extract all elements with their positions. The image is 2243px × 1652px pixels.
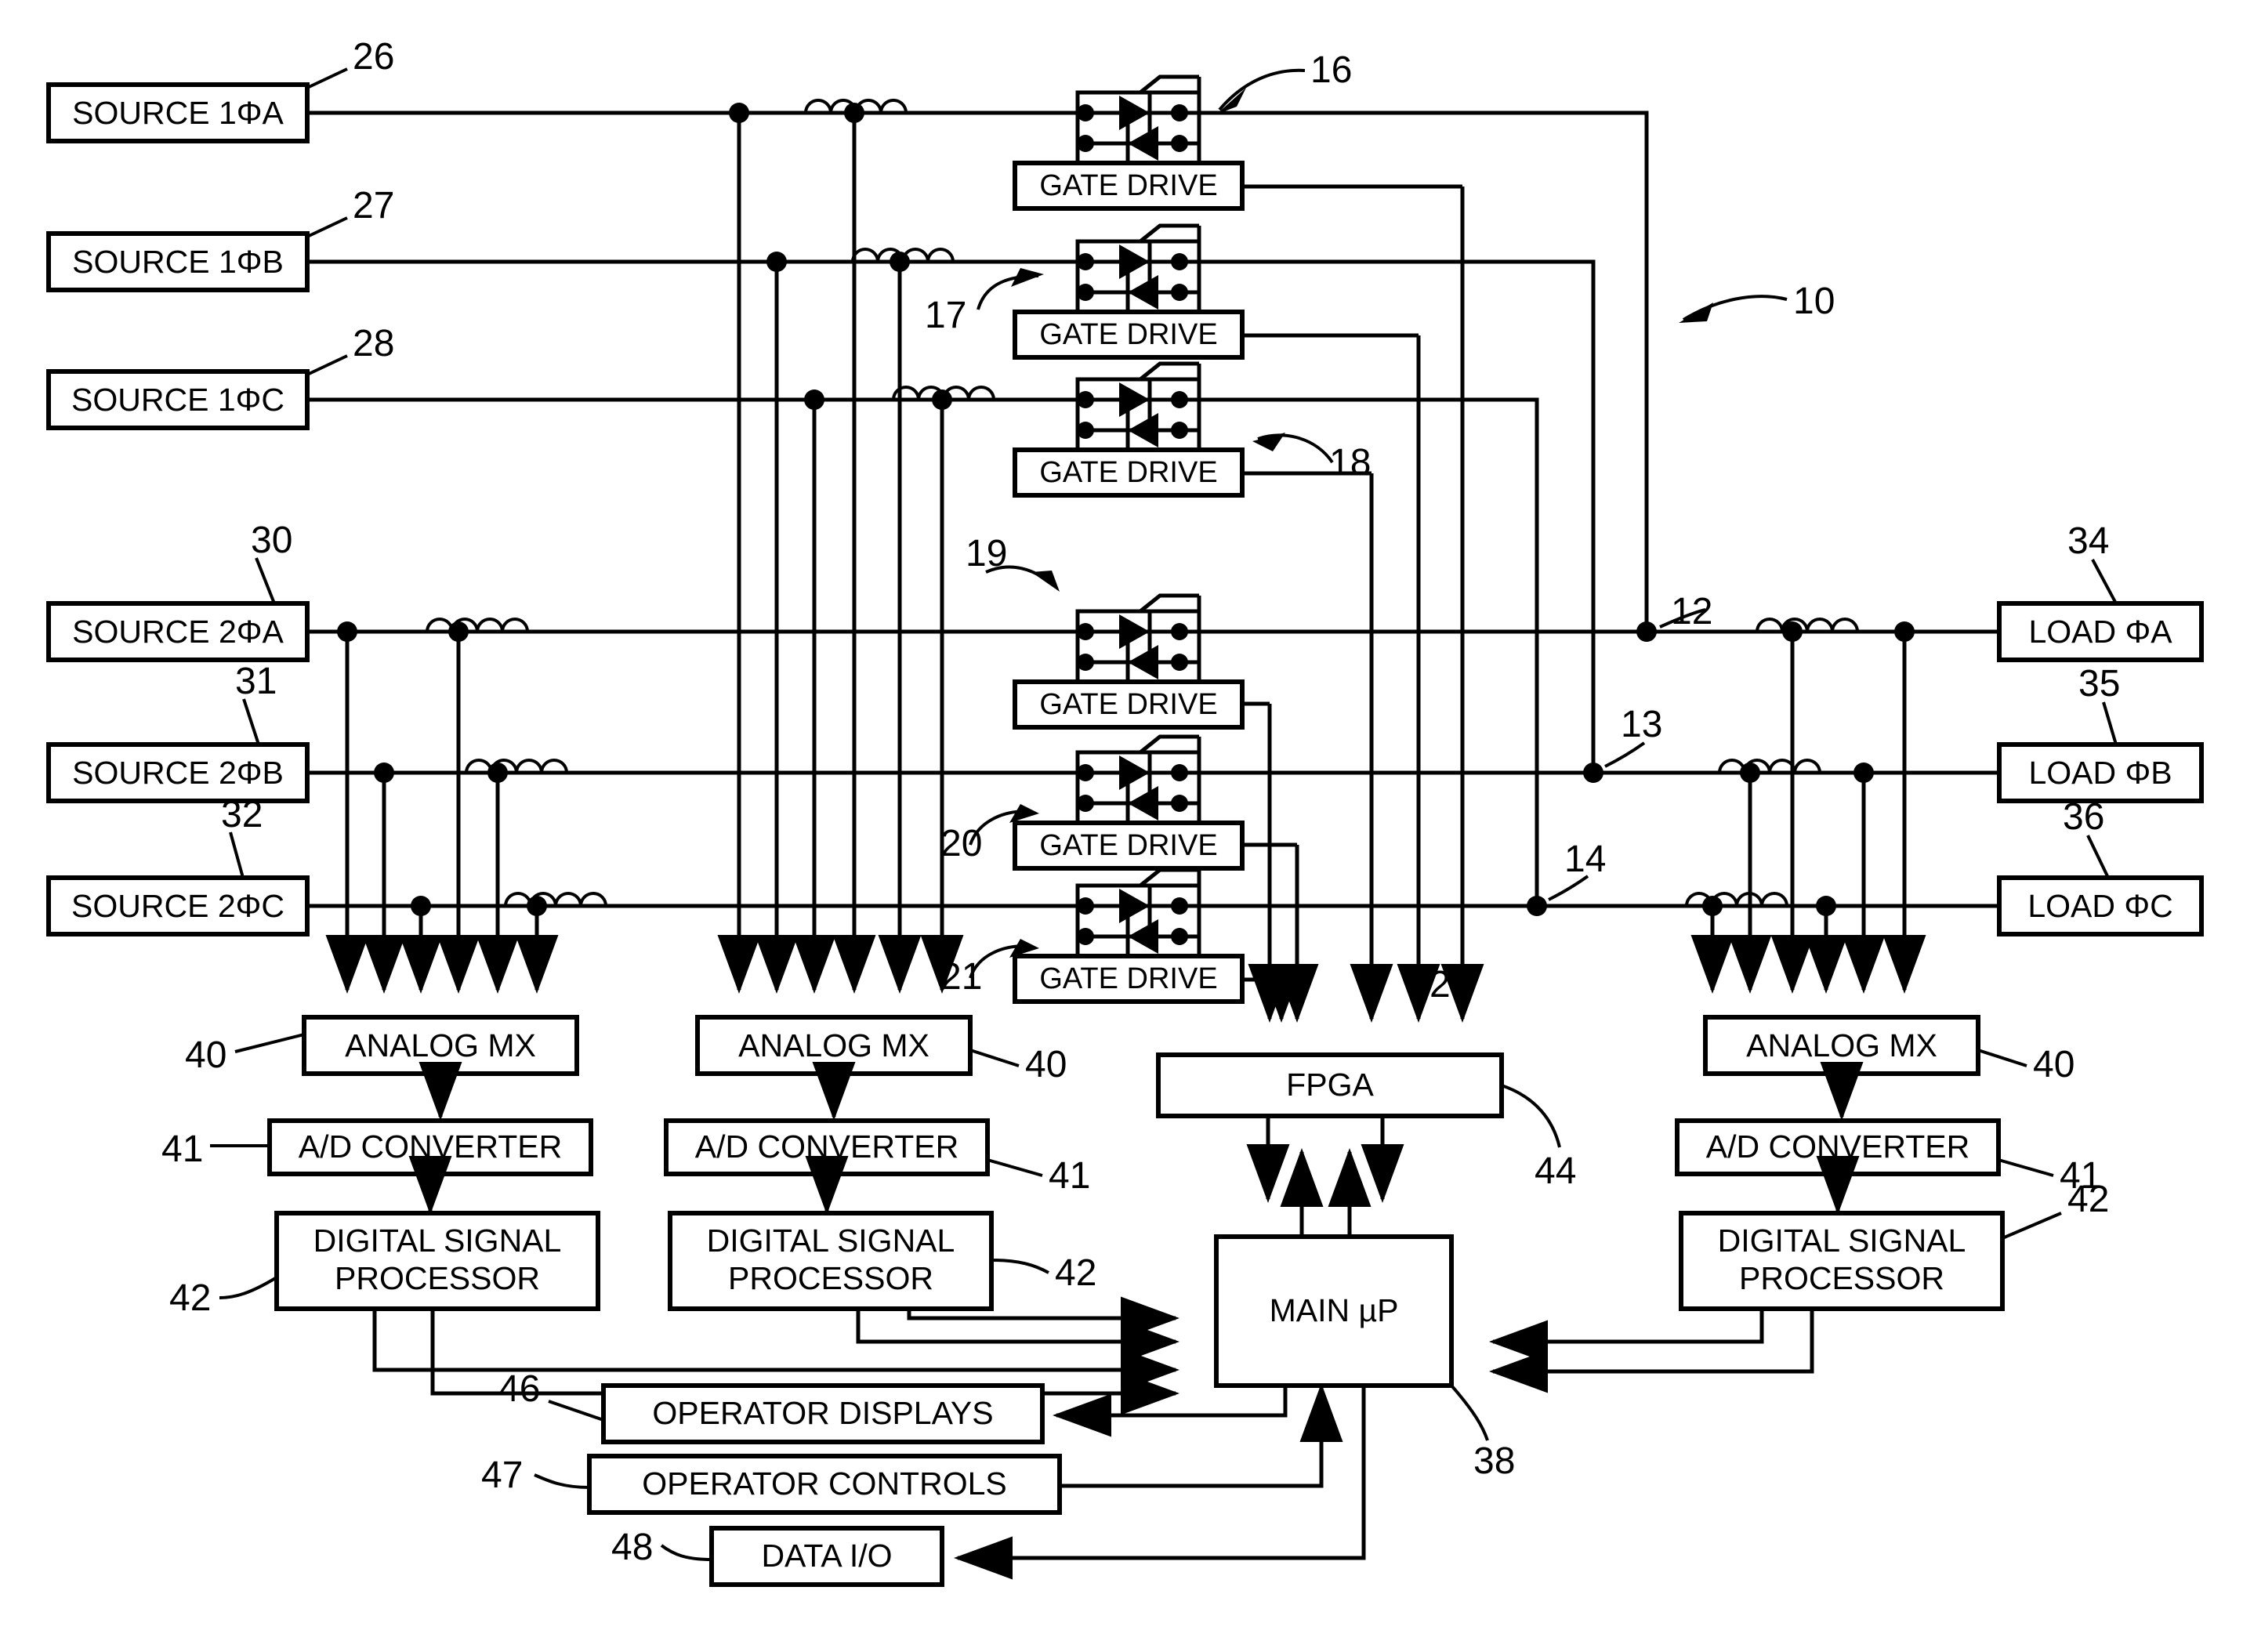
source2-phase-a-label: SOURCE 2ΦA — [72, 614, 284, 650]
sense-chain-center: ANALOG MX 40 A/D CONVERTER 41 DIGITAL SI… — [664, 1015, 1096, 1311]
gate-drive-19-label: GATE DRIVE — [1039, 688, 1217, 721]
source2-phase-b-block: SOURCE 2ΦB 31 — [46, 661, 310, 803]
sense-taps-left — [325, 621, 559, 994]
load-phase-b-label: LOAD ΦB — [2028, 755, 2172, 791]
assembly-ref-10: 10 — [1679, 281, 1835, 323]
ref-34: 34 — [2067, 520, 2109, 562]
ref-42-center: 42 — [1055, 1252, 1096, 1294]
load-phase-a-block: LOAD ΦA 34 — [1997, 520, 2204, 662]
ref-28: 28 — [353, 323, 394, 364]
ref-41-left: 41 — [161, 1129, 203, 1170]
bus-node-14 — [1527, 896, 1547, 916]
source2-phase-c-block: SOURCE 2ΦC 32 — [46, 794, 310, 936]
dsp-right-line1: DIGITAL SIGNAL — [1718, 1223, 1966, 1259]
dsp-left-line2: PROCESSOR — [335, 1260, 540, 1296]
operator-displays-block[interactable]: OPERATOR DISPLAYS 46 — [498, 1368, 1288, 1444]
source1-phase-b-block: SOURCE 1ΦB 27 — [46, 185, 394, 292]
source1-phase-c-label: SOURCE 1ΦC — [71, 382, 284, 418]
gate-drive-16-label: GATE DRIVE — [1039, 169, 1217, 202]
ref-27: 27 — [353, 185, 394, 226]
ref-24: 24 — [1430, 964, 1471, 1005]
bus-node-12 — [1636, 621, 1657, 642]
ref-46: 46 — [498, 1368, 540, 1410]
source1-phase-a-label: SOURCE 1ΦA — [72, 95, 284, 131]
gate-drive-18-label: GATE DRIVE — [1039, 456, 1217, 489]
ref-48: 48 — [611, 1527, 653, 1568]
ref-40-left: 40 — [185, 1034, 226, 1076]
ref-18: 18 — [1329, 442, 1371, 484]
analog-mx-right-label: ANALOG MX — [1746, 1027, 1937, 1063]
ref-21: 21 — [940, 956, 982, 998]
main-microprocessor-block: MAIN µP 38 — [1214, 1234, 1515, 1482]
figure-canvas: SOURCE 1ΦA 26 SOURCE 1ΦB 27 SOURCE 1ΦC 2… — [0, 0, 2243, 1652]
common-bus-lines: 12 13 14 — [1199, 110, 1999, 916]
source1-phase-a-block: SOURCE 1ΦA 26 — [46, 36, 394, 143]
ref-13: 13 — [1621, 704, 1662, 745]
ref-12: 12 — [1671, 591, 1712, 632]
gate-drive-20-label: GATE DRIVE — [1039, 829, 1217, 862]
load-phase-a-label: LOAD ΦA — [2028, 614, 2172, 650]
operator-controls-label: OPERATOR CONTROLS — [642, 1465, 1007, 1502]
switch-module-20: 20 GATE DRIVE — [940, 734, 1245, 871]
gate-drive-17-label: GATE DRIVE — [1039, 318, 1217, 351]
load-phase-c-block: LOAD ΦC 36 — [1997, 796, 2204, 936]
fpga-mainup-bus — [1246, 1116, 1404, 1237]
fpga-label: FPGA — [1286, 1067, 1374, 1103]
ref-42-left: 42 — [169, 1277, 211, 1319]
signal-bus-24: 24 — [1242, 184, 1484, 1023]
ref-40-right: 40 — [2033, 1044, 2075, 1085]
ref-36: 36 — [2063, 796, 2104, 838]
data-io-label: DATA I/O — [761, 1538, 892, 1574]
ref-10: 10 — [1793, 281, 1835, 322]
operator-displays-label: OPERATOR DISPLAYS — [652, 1395, 993, 1431]
load-phase-c-label: LOAD ΦC — [2027, 888, 2172, 924]
load-phase-b-block: LOAD ΦB 35 — [1997, 663, 2204, 803]
analog-mx-left-label: ANALOG MX — [345, 1027, 536, 1063]
switch-module-21: 21 GATE DRIVE — [940, 868, 1245, 1004]
ref-32: 32 — [221, 794, 263, 835]
switch-module-18: 18 GATE DRIVE — [1013, 361, 1371, 498]
ref-30: 30 — [251, 520, 292, 561]
ref-40-center: 40 — [1025, 1044, 1067, 1085]
dsp-right-line2: PROCESSOR — [1739, 1260, 1944, 1296]
ref-38: 38 — [1473, 1440, 1515, 1482]
sense-taps-right — [1690, 621, 1926, 994]
ref-47: 47 — [481, 1455, 523, 1496]
source2-phase-c-label: SOURCE 2ΦC — [71, 888, 284, 924]
ref-41-center: 41 — [1049, 1155, 1090, 1197]
sense-taps-center — [717, 103, 964, 994]
bus-node-13 — [1583, 763, 1603, 783]
ref-42-right: 42 — [2067, 1179, 2109, 1220]
ref-31: 31 — [235, 661, 277, 702]
adc-right-label: A/D CONVERTER — [1706, 1129, 1969, 1165]
ref-35: 35 — [2078, 663, 2120, 705]
switch-module-17: 17 GATE DRIVE — [925, 223, 1245, 360]
ref-20: 20 — [940, 823, 982, 864]
ref-26: 26 — [353, 36, 394, 78]
adc-left-label: A/D CONVERTER — [299, 1129, 562, 1165]
source2-phase-b-label: SOURCE 2ΦB — [72, 755, 284, 791]
gate-drive-21-label: GATE DRIVE — [1039, 962, 1217, 995]
dsp-center-line2: PROCESSOR — [728, 1260, 933, 1296]
ref-17: 17 — [925, 295, 966, 336]
analog-mx-center-label: ANALOG MX — [738, 1027, 929, 1063]
dsp-to-mainup-lines — [372, 1296, 1814, 1415]
source2-phase-a-block: SOURCE 2ΦA 30 — [46, 520, 310, 662]
source1-bus-lines — [307, 110, 1078, 402]
main-up-label: MAIN µP — [1270, 1292, 1399, 1328]
ref-44: 44 — [1535, 1150, 1576, 1192]
dsp-center-line1: DIGITAL SIGNAL — [707, 1223, 955, 1259]
ref-19: 19 — [966, 533, 1007, 574]
fpga-block: FPGA 44 — [1156, 1052, 1576, 1192]
source1-phase-c-block: SOURCE 1ΦC 28 — [46, 323, 394, 430]
sense-chain-right: ANALOG MX 40 A/D CONVERTER 41 DIGITAL SI… — [1675, 1015, 2109, 1311]
source2-bus-lines — [307, 629, 1078, 908]
sense-chain-left: ANALOG MX 40 A/D CONVERTER 41 DIGITAL SI… — [161, 1015, 600, 1319]
ref-16: 16 — [1310, 49, 1352, 91]
source1-phase-b-label: SOURCE 1ΦB — [72, 244, 284, 280]
dsp-left-line1: DIGITAL SIGNAL — [313, 1223, 562, 1259]
adc-center-label: A/D CONVERTER — [695, 1129, 958, 1165]
ref-14: 14 — [1564, 839, 1606, 880]
